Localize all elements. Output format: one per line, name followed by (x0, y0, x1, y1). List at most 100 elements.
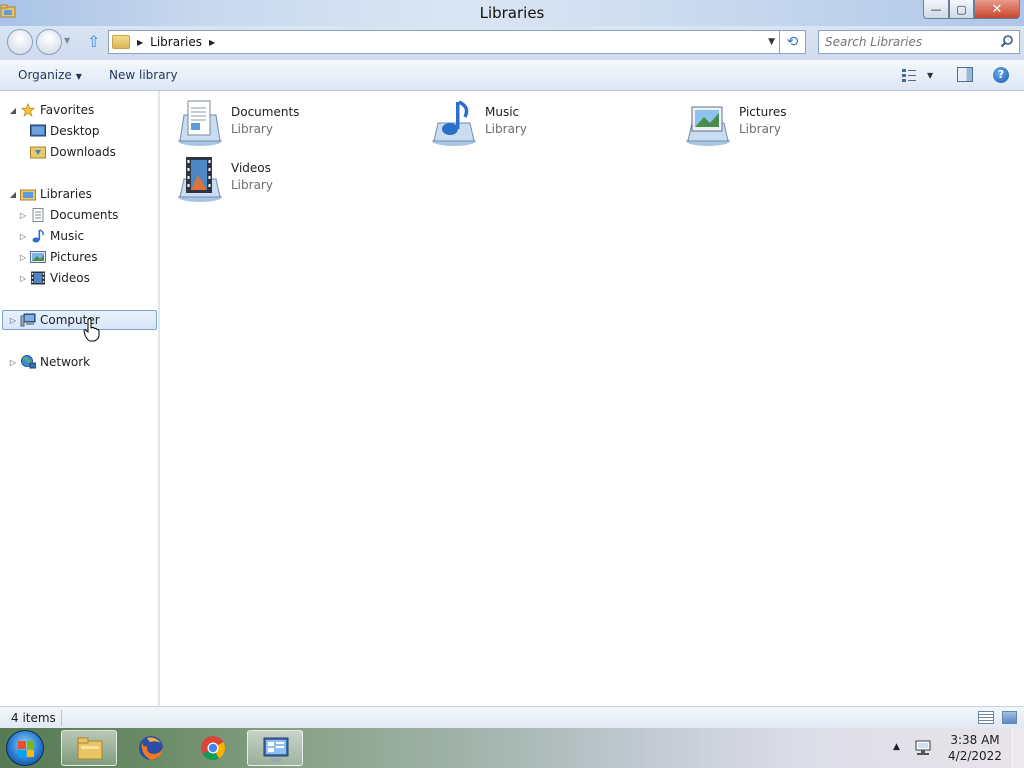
library-name: Videos (231, 161, 271, 175)
large-icons-view-icon[interactable] (1002, 711, 1017, 724)
title-bar: Libraries — ▢ ✕ (0, 0, 1024, 26)
taskbar-chrome[interactable] (185, 730, 241, 766)
address-bar[interactable]: ▶ Libraries ▶ ▼ ⟲ (108, 30, 806, 54)
network-icon (21, 355, 36, 369)
expand-arrow-icon[interactable]: ▷ (8, 358, 18, 367)
breadcrumb-chevron-icon[interactable]: ▶ (209, 38, 215, 47)
collapse-arrow-icon[interactable]: ◢ (8, 190, 18, 199)
taskbar-clock[interactable]: 3:38 AM 4/2/2022 (943, 732, 1007, 764)
pictures-icon (30, 251, 46, 263)
chrome-icon (201, 736, 225, 761)
nav-item-pictures[interactable]: ▷ Pictures (18, 247, 98, 267)
nav-item-documents[interactable]: ▷ Documents (18, 205, 118, 225)
back-button[interactable] (7, 29, 33, 55)
desktop-icon (30, 124, 46, 137)
nav-label-favorites: Favorites (40, 103, 95, 117)
organize-label: Organize (18, 68, 72, 82)
up-arrow-icon[interactable]: ⇧ (87, 32, 100, 51)
videos-icon (31, 271, 45, 285)
status-separator (61, 710, 62, 726)
libraries-icon (20, 189, 36, 201)
address-history-dropdown-icon[interactable]: ▼ (768, 37, 775, 47)
documents-icon (32, 208, 44, 222)
taskbar-control-panel[interactable] (247, 730, 303, 766)
library-name: Pictures (739, 105, 787, 119)
refresh-icon[interactable]: ⟲ (779, 30, 805, 54)
expand-arrow-icon[interactable]: ▷ (18, 232, 28, 241)
network-status-icon[interactable] (914, 740, 932, 756)
nav-label-libraries: Libraries (40, 187, 92, 201)
details-view-icon[interactable] (978, 711, 994, 724)
nav-label-videos: Videos (50, 271, 90, 285)
search-input[interactable] (825, 35, 1000, 49)
search-box[interactable] (818, 30, 1020, 54)
forward-button[interactable] (36, 29, 62, 55)
nav-item-network[interactable]: ▷ Network (8, 352, 90, 372)
nav-item-downloads[interactable]: Downloads (30, 142, 116, 162)
nav-label-documents: Documents (50, 208, 119, 222)
clock-time: 3:38 AM (950, 733, 1000, 747)
expand-arrow-icon[interactable]: ▷ (8, 316, 18, 325)
collapse-arrow-icon[interactable]: ◢ (8, 106, 18, 115)
library-tile-music[interactable]: Music Library (430, 97, 660, 149)
nav-label-network: Network (40, 355, 91, 369)
library-type: Library (231, 122, 273, 136)
expand-arrow-icon[interactable]: ▷ (18, 211, 28, 220)
preview-pane-icon[interactable] (957, 67, 973, 82)
hand-cursor-icon (83, 318, 100, 342)
minimize-button[interactable]: — (923, 0, 949, 19)
show-desktop-button[interactable] (1012, 728, 1024, 768)
command-bar: Organize ▼ New library ▼ ? (0, 60, 1024, 91)
library-tile-documents[interactable]: Documents Library (176, 97, 406, 149)
navigation-pane: ◢ Favorites Desktop Downloads ◢ Librarie… (0, 91, 159, 706)
windows-explorer-icon (77, 737, 103, 760)
close-button[interactable]: ✕ (974, 0, 1020, 19)
address-row: ▼ ⇧ ▶ Libraries ▶ ▼ ⟲ (0, 26, 1024, 60)
library-type: Library (231, 178, 273, 192)
nav-item-favorites[interactable]: ◢ Favorites (8, 100, 94, 120)
search-icon[interactable] (1000, 34, 1014, 48)
help-icon[interactable]: ? (993, 67, 1009, 83)
control-panel-icon (263, 737, 289, 762)
music-icon (32, 229, 44, 243)
music-library-icon (432, 100, 476, 146)
taskbar-firefox[interactable] (123, 730, 179, 766)
nav-item-music[interactable]: ▷ Music (18, 226, 84, 246)
library-tile-videos[interactable]: Videos Library (176, 153, 406, 205)
start-button[interactable] (6, 730, 44, 766)
recent-pages-dropdown-icon[interactable]: ▼ (64, 36, 70, 45)
nav-item-videos[interactable]: ▷ Videos (18, 268, 90, 288)
chevron-down-icon: ▼ (75, 72, 82, 81)
organize-button[interactable]: Organize ▼ (18, 68, 82, 82)
taskbar-windows-explorer[interactable] (61, 730, 117, 766)
change-view-icon[interactable] (901, 67, 917, 83)
windows-logo-icon (18, 741, 34, 757)
expand-arrow-icon[interactable]: ▷ (18, 253, 28, 262)
window-title: Libraries (479, 4, 545, 22)
taskbar: ▲ 3:38 AM 4/2/2022 (0, 728, 1024, 768)
computer-icon (20, 313, 36, 327)
nav-label-pictures: Pictures (50, 250, 98, 264)
library-type: Library (485, 122, 527, 136)
downloads-folder-icon (30, 146, 46, 159)
library-name: Music (485, 105, 520, 119)
expand-arrow-icon[interactable]: ▷ (18, 274, 28, 283)
breadcrumb-chevron-icon[interactable]: ▶ (137, 38, 143, 47)
breadcrumb-libraries[interactable]: Libraries (150, 35, 202, 49)
view-options-dropdown-icon[interactable]: ▼ (927, 71, 933, 80)
maximize-button[interactable]: ▢ (949, 0, 974, 19)
library-name: Documents (231, 105, 300, 119)
pictures-library-icon (686, 106, 730, 146)
star-icon (20, 103, 36, 117)
nav-label-music: Music (50, 229, 85, 243)
new-library-button[interactable]: New library (109, 68, 178, 82)
content-pane: Documents Library Music Library Pictures… (160, 91, 1024, 706)
nav-item-computer[interactable]: ▷ Computer (2, 310, 157, 330)
item-count: 4 items (11, 711, 56, 725)
show-hidden-icons-icon[interactable]: ▲ (893, 742, 900, 752)
nav-item-desktop[interactable]: Desktop (30, 121, 100, 141)
library-tile-pictures[interactable]: Pictures Library (684, 97, 914, 149)
nav-item-libraries[interactable]: ◢ Libraries (8, 184, 92, 204)
nav-label-downloads: Downloads (50, 145, 116, 159)
firefox-icon (139, 736, 163, 760)
